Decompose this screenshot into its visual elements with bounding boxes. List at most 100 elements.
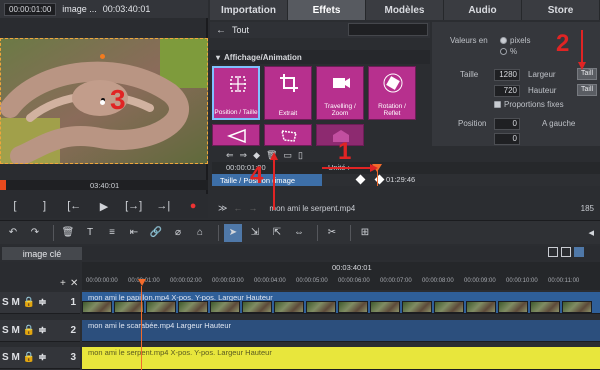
toolbar-divider bbox=[218, 224, 219, 241]
ruler-tick-label: 00:00:09:00 bbox=[464, 278, 496, 284]
track-settings-icon[interactable]: ≑ bbox=[38, 325, 46, 336]
preview-timecode[interactable]: 00:00:01:00 bbox=[4, 2, 57, 16]
height-preset-button[interactable]: Taill bbox=[577, 84, 598, 96]
mark-in-button[interactable]: [ bbox=[6, 200, 24, 212]
effects-category-header[interactable]: ▾ Affichage/Animation bbox=[210, 50, 430, 64]
proportions-checkbox[interactable] bbox=[494, 101, 501, 108]
unit-pixels-radio[interactable] bbox=[500, 37, 507, 44]
go-to-in-button[interactable]: [← bbox=[65, 200, 83, 212]
tab-store[interactable]: Store bbox=[522, 0, 600, 20]
split-icon[interactable]: ⇤ bbox=[125, 224, 143, 242]
lock-icon[interactable]: 🔒 bbox=[23, 297, 35, 308]
effect-position-taille[interactable]: Position / Taille bbox=[212, 66, 260, 120]
view-single-icon[interactable] bbox=[548, 247, 558, 257]
search-input[interactable] bbox=[348, 23, 428, 36]
lock-icon[interactable]: 🔒 bbox=[23, 352, 35, 363]
position-input-2[interactable]: 0 bbox=[494, 133, 520, 145]
unlink-icon[interactable]: ⌀ bbox=[169, 224, 187, 242]
clip-label: mon ami le scarabée.mp4 Largeur Hauteur bbox=[88, 321, 231, 330]
add-keyframe-icon[interactable]: ◆ bbox=[253, 150, 260, 161]
marker-icon[interactable]: ⌂ bbox=[191, 224, 209, 242]
collapse-icon[interactable]: ≫ bbox=[218, 203, 227, 214]
playhead-marker[interactable] bbox=[0, 180, 6, 190]
delete-icon[interactable]: 🗑 bbox=[59, 224, 77, 242]
thumbnail bbox=[338, 301, 368, 313]
track-body-2[interactable]: mon ami le scarabée.mp4 Largeur Hauteur bbox=[82, 320, 600, 342]
clip-info-bar: ≫ ← → mon ami le serpent.mp4 185 bbox=[212, 200, 600, 216]
track-solo-mute[interactable]: S M bbox=[2, 297, 20, 308]
tab-importation[interactable]: Importation bbox=[210, 0, 288, 20]
redo-icon[interactable]: ↷ bbox=[26, 224, 44, 242]
preview-header: 00:00:01:00 image ... 00:03:40:01 bbox=[0, 0, 208, 18]
ruler-tick-label: 00:00:10:00 bbox=[506, 278, 538, 284]
effect-perspective[interactable] bbox=[212, 124, 260, 146]
insert-icon[interactable]: ⊞ bbox=[356, 224, 374, 242]
values-in-label: Valeurs en bbox=[450, 36, 488, 45]
thumbnail bbox=[498, 301, 528, 313]
track-body-1[interactable]: mon ami le papillon.mp4 X-pos. Y-pos. La… bbox=[82, 292, 600, 314]
add-track-icon[interactable]: + bbox=[60, 278, 66, 289]
lock-icon[interactable]: 🔒 bbox=[23, 325, 35, 336]
tab-effets[interactable]: Effets bbox=[288, 0, 366, 20]
next-keyframe-icon[interactable]: ⇒ bbox=[240, 150, 248, 161]
pointer-icon[interactable]: ➤ bbox=[224, 223, 242, 242]
annotation-4: 4 bbox=[250, 162, 264, 189]
record-button[interactable]: ● bbox=[184, 200, 202, 212]
width-input[interactable]: 1280 bbox=[494, 69, 520, 81]
track-solo-mute[interactable]: S M bbox=[2, 325, 20, 336]
timeline-header bbox=[0, 246, 600, 260]
timeline-ruler[interactable]: 00:03:40:01 00:00:00:00 00:00:01:00 00:00:… bbox=[82, 262, 600, 290]
forward-arrow-icon[interactable]: → bbox=[248, 203, 257, 213]
keyframe-ruler[interactable]: 00:00:01:00 Unité : bbox=[212, 162, 600, 174]
position-input[interactable]: 0 bbox=[494, 118, 520, 130]
close-track-icon[interactable]: ✕ bbox=[70, 278, 78, 289]
preview-scrubber[interactable]: 03:40:01 bbox=[0, 180, 208, 190]
selection-handle-center[interactable] bbox=[100, 100, 105, 105]
back-arrow-icon[interactable]: ← bbox=[233, 203, 242, 213]
mark-out-button[interactable]: ] bbox=[36, 200, 54, 212]
range-pointer-icon[interactable]: ⇲ bbox=[246, 224, 264, 242]
track-settings-icon[interactable]: ≑ bbox=[38, 297, 46, 308]
jump-end-button[interactable]: →| bbox=[154, 200, 172, 212]
view-split-icon[interactable] bbox=[561, 247, 571, 257]
go-to-out-button[interactable]: [→] bbox=[125, 200, 143, 212]
track-solo-mute[interactable]: S M bbox=[2, 352, 20, 363]
effect-distort[interactable] bbox=[264, 124, 312, 146]
height-input[interactable]: 720 bbox=[494, 85, 520, 97]
clip-papillon[interactable]: mon ami le papillon.mp4 X-pos. Y-pos. La… bbox=[82, 292, 600, 313]
width-preset-button[interactable]: Taill bbox=[577, 68, 598, 80]
text-icon[interactable]: T bbox=[81, 224, 99, 242]
paste-keyframe-icon[interactable]: ▯ bbox=[298, 150, 303, 161]
track-body-3[interactable]: mon ami le serpent.mp4 X-pos. Y-pos. Lar… bbox=[82, 347, 600, 370]
ruler-tick-label: 00:00:05:00 bbox=[296, 278, 328, 284]
track-settings-icon[interactable]: ≑ bbox=[38, 352, 46, 363]
tab-modeles[interactable]: Modèles bbox=[366, 0, 444, 20]
trim-icon[interactable]: ⇔ bbox=[290, 224, 308, 242]
unit-percent-radio[interactable] bbox=[500, 48, 507, 55]
link-icon[interactable]: 🔗 bbox=[147, 224, 165, 242]
previous-keyframe-icon[interactable]: ⇐ bbox=[226, 150, 234, 161]
play-button[interactable]: ▶ bbox=[95, 200, 113, 213]
delete-keyframe-icon[interactable]: 🗑 bbox=[266, 150, 277, 161]
tab-audio[interactable]: Audio bbox=[444, 0, 522, 20]
effect-travelling-zoom[interactable]: Travelling / Zoom bbox=[316, 66, 364, 120]
selection-handle-top[interactable] bbox=[100, 54, 105, 59]
view-grid-icon[interactable] bbox=[574, 247, 584, 257]
clip-serpent[interactable]: mon ami le serpent.mp4 X-pos. Y-pos. Lar… bbox=[82, 347, 600, 369]
clip-scarabee[interactable]: mon ami le scarabée.mp4 Largeur Hauteur bbox=[82, 320, 600, 341]
chevron-down-icon: ▾ bbox=[216, 52, 221, 62]
zoom-value: 185 bbox=[580, 203, 594, 213]
effect-extrait[interactable]: Extrait bbox=[264, 66, 312, 120]
speaker-icon[interactable]: ◂ bbox=[588, 226, 594, 239]
copy-keyframe-icon[interactable]: ▭ bbox=[283, 150, 292, 161]
undo-icon[interactable]: ↶ bbox=[4, 224, 22, 242]
breadcrumb-label[interactable]: Tout bbox=[232, 25, 249, 35]
list-icon[interactable]: ≡ bbox=[103, 224, 121, 242]
arrow-left-icon[interactable]: ← bbox=[216, 25, 226, 36]
effect-rotation-reflet[interactable]: Rotation / Reflet bbox=[368, 66, 416, 120]
keyframe-track-label[interactable]: Taille / Position (image bbox=[212, 174, 322, 186]
cut-icon[interactable]: ✂ bbox=[323, 224, 341, 242]
timeline-playhead[interactable] bbox=[138, 279, 146, 286]
timeline-tab[interactable]: image clé bbox=[2, 247, 82, 260]
ripple-pointer-icon[interactable]: ⇱ bbox=[268, 224, 286, 242]
